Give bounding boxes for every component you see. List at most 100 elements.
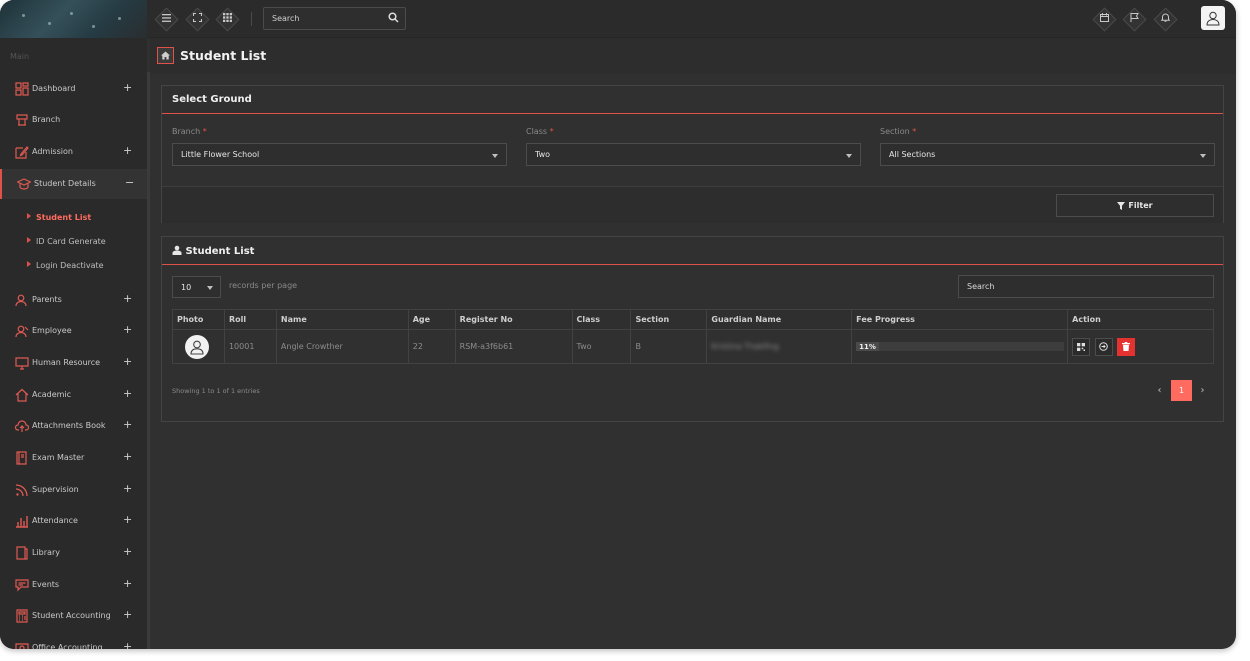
filter-button[interactable]: Filter — [1056, 194, 1214, 217]
edit-icon — [15, 146, 29, 159]
sidebar-item-student-details[interactable]: Student Details − — [0, 169, 147, 199]
entries-info: Showing 1 to 1 of 1 entries — [172, 387, 260, 395]
column-header-name[interactable]: Name — [275, 309, 409, 330]
column-header-action[interactable]: Action — [1067, 309, 1214, 330]
sidebar-item-label: Exam Master — [32, 453, 85, 462]
qr-code-button[interactable] — [1072, 337, 1091, 356]
pagination-next-button[interactable]: › — [1192, 380, 1213, 401]
expand-icon[interactable]: + — [123, 640, 132, 649]
sidebar-item-events[interactable]: Events + — [0, 570, 147, 600]
top-search[interactable] — [263, 7, 406, 30]
table-search[interactable] — [958, 275, 1214, 298]
menu-toggle-button[interactable] — [156, 9, 176, 29]
sidebar-scrollbar[interactable] — [147, 72, 150, 649]
sidebar-heading: Main — [10, 52, 30, 61]
notifications-button[interactable] — [1155, 9, 1175, 29]
pagination-page-1[interactable]: 1 — [1171, 380, 1192, 401]
user-avatar-button[interactable] — [1201, 6, 1225, 30]
column-header-register-no[interactable]: Register No — [454, 309, 573, 330]
expand-icon[interactable]: + — [123, 387, 132, 400]
expand-icon[interactable]: + — [123, 608, 132, 621]
sidebar-item-academic[interactable]: Academic + — [0, 380, 147, 410]
expand-icon[interactable]: + — [123, 292, 132, 305]
rss-icon — [15, 484, 28, 497]
guardian-name-cell: Kristina Thakfing — [706, 329, 853, 364]
expand-icon[interactable]: + — [123, 144, 132, 157]
student-icon — [172, 245, 182, 255]
name-cell: Angle Crowther — [275, 329, 409, 364]
collapse-icon[interactable]: − — [125, 176, 134, 189]
chevron-left-icon: ‹ — [1157, 385, 1162, 396]
records-per-page-select[interactable]: 10 — [172, 276, 221, 298]
sidebar-item-library[interactable]: Library + — [0, 538, 147, 568]
student-list-title-wrap: Student List — [172, 245, 254, 257]
expand-icon[interactable]: + — [123, 577, 132, 590]
sidebar-subitem-label: Student List — [36, 213, 92, 222]
sidebar-subitem-id-card-generate[interactable]: ID Card Generate — [27, 237, 106, 251]
sidebar-item-parents[interactable]: Parents + — [0, 285, 147, 315]
column-header-section[interactable]: Section — [630, 309, 708, 330]
sidebar-item-attachments-book[interactable]: Attachments Book + — [0, 411, 147, 441]
section-select[interactable]: All Sections — [880, 143, 1215, 166]
flag-button[interactable] — [1124, 9, 1144, 29]
sidebar-subitem-student-list[interactable]: Student List — [27, 213, 91, 227]
sidebar-item-attendance[interactable]: Attendance + — [0, 506, 147, 536]
sidebar-item-student-accounting[interactable]: Student Accounting + — [0, 601, 147, 631]
section-select-value: All Sections — [889, 150, 936, 159]
menu-icon — [161, 13, 171, 25]
sidebar-item-branch[interactable]: Branch — [0, 105, 147, 135]
home-button[interactable] — [157, 47, 174, 64]
expand-icon[interactable]: + — [123, 545, 132, 558]
delete-button[interactable] — [1117, 337, 1136, 356]
expand-icon[interactable]: + — [123, 81, 132, 94]
branch-select[interactable]: Little Flower School — [172, 143, 507, 166]
chevron-down-icon — [492, 154, 498, 158]
sidebar-item-dashboard[interactable]: Dashboard + — [0, 74, 147, 104]
sidebar-subitem-login-deactivate[interactable]: Login Deactivate — [27, 261, 104, 275]
sidebar-item-label: Supervision — [32, 485, 79, 494]
sidebar-item-label: Branch — [32, 115, 61, 124]
class-select[interactable]: Two — [526, 143, 861, 166]
login-button[interactable] — [1094, 337, 1113, 356]
pagination-prev-button[interactable]: ‹ — [1149, 380, 1170, 401]
search-icon[interactable] — [388, 12, 399, 23]
sidebar-item-admission[interactable]: Admission + — [0, 137, 147, 167]
column-header-class[interactable]: Class — [571, 309, 632, 330]
expand-icon[interactable]: + — [123, 513, 132, 526]
sidebar-item-label: Library — [32, 548, 60, 557]
column-header-photo[interactable]: Photo — [172, 309, 225, 330]
register-no-cell: RSM-a3f6b61 — [454, 329, 573, 364]
sidebar-item-exam-master[interactable]: Exam Master + — [0, 443, 147, 473]
qr-code-icon — [1077, 342, 1086, 351]
select-ground-panel: Select Ground Branch * Little Flower Sch… — [161, 85, 1224, 223]
age-cell: 22 — [407, 329, 456, 364]
user-avatar-icon — [1206, 11, 1220, 26]
caret-right-icon — [27, 237, 31, 243]
brand-logo[interactable] — [0, 0, 147, 38]
calendar-button[interactable] — [1094, 9, 1114, 29]
top-search-input[interactable] — [264, 8, 384, 29]
sidebar-item-human-resource[interactable]: Human Resource + — [0, 348, 147, 378]
expand-icon[interactable]: + — [123, 323, 132, 336]
column-header-fee-progress[interactable]: Fee Progress — [851, 309, 1069, 330]
column-header-guardian-name[interactable]: Guardian Name — [706, 309, 853, 330]
expand-icon[interactable]: + — [123, 355, 132, 368]
apps-button[interactable] — [217, 9, 237, 29]
table-search-input[interactable] — [959, 276, 1213, 297]
fullscreen-button[interactable] — [187, 9, 207, 29]
sidebar-item-office-accounting[interactable]: Office Accounting + — [0, 633, 147, 649]
sidebar-item-supervision[interactable]: Supervision + — [0, 475, 147, 505]
topbar-divider — [251, 12, 252, 26]
chevron-down-icon — [846, 154, 852, 158]
action-cell — [1067, 329, 1214, 364]
expand-icon[interactable]: + — [123, 450, 132, 463]
sidebar-item-label: Academic — [32, 390, 72, 399]
column-header-age[interactable]: Age — [407, 309, 456, 330]
column-header-roll[interactable]: Roll — [223, 309, 277, 330]
expand-icon[interactable]: + — [123, 482, 132, 495]
expand-icon[interactable]: + — [123, 418, 132, 431]
flag-icon — [1130, 13, 1139, 25]
class-label: Class * — [526, 127, 554, 136]
user-placeholder-icon — [190, 340, 204, 355]
sidebar-item-employee[interactable]: Employee + — [0, 316, 147, 346]
